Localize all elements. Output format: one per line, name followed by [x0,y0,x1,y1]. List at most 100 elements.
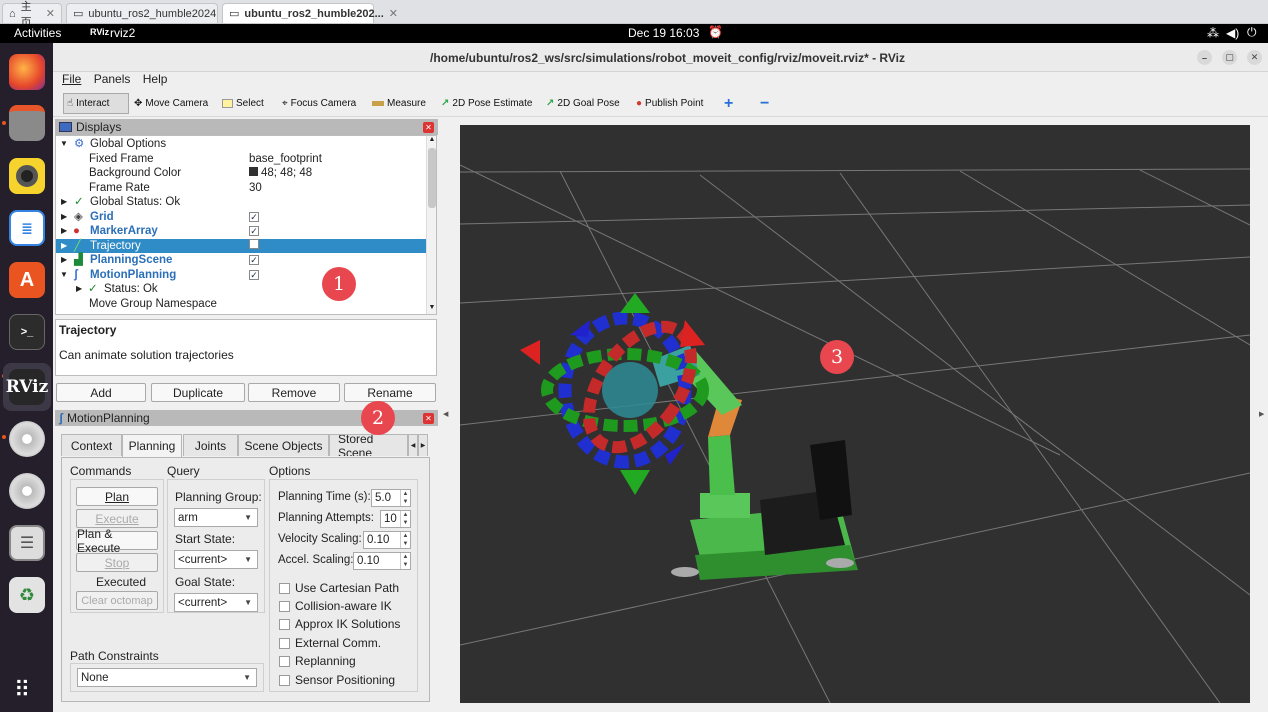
scroll-up-icon[interactable]: ▲ [427,136,436,146]
tab-scene-objects[interactable]: Scene Objects [238,434,329,456]
goal-pose-tool[interactable]: ↗ 2D Goal Pose [543,93,623,114]
accel-scaling-spinbox[interactable]: 0.10 ▲ ▼ [353,552,411,570]
splitter-handle-icon[interactable]: ▶ [1259,410,1264,418]
menu-panels[interactable]: Panels [94,72,131,86]
velocity-scaling-spinbox[interactable]: 0.10 ▲ ▼ [363,531,411,549]
render-viewport[interactable] [460,125,1250,703]
volume-icon[interactable]: ◀) [1226,26,1239,40]
sensor-positioning-checkbox[interactable]: Sensor Positioning [279,673,395,687]
spin-arrows-icon[interactable]: ▲ ▼ [400,511,410,527]
scroll-down-icon[interactable]: ▼ [427,304,436,314]
spin-arrows-icon[interactable]: ▲ ▼ [400,532,410,548]
tab-scroll-left-icon[interactable]: ◀ [408,434,418,456]
text-editor-icon[interactable]: ☰ [9,525,45,561]
focus-camera-tool[interactable]: ⌖ Focus Camera [279,93,359,114]
measure-tool[interactable]: Measure [369,93,429,114]
checkbox[interactable]: ✓ [249,255,259,265]
close-panel-icon[interactable]: ✕ [423,121,434,133]
tab-scroll-right-icon[interactable]: ▶ [418,434,428,456]
planning-group-select[interactable]: arm ▼ [174,508,258,527]
duplicate-button[interactable]: Duplicate [151,383,245,402]
trash-icon[interactable]: ♻ [9,577,45,613]
close-icon[interactable]: ✕ [389,7,398,20]
minimize-button[interactable]: – [1197,50,1212,65]
planning-time-spinbox[interactable]: 5.0 ▲ ▼ [371,489,411,507]
firefox-icon[interactable] [9,54,45,90]
tree-row[interactable]: ▶ ✓ Global Status: Ok [56,195,426,210]
clock[interactable]: Dec 19 16:03 [628,26,699,40]
goal-state-select[interactable]: <current> ▼ [174,593,258,612]
tree-row[interactable]: Background Color 48; 48; 48 [56,166,426,181]
pose-estimate-tool[interactable]: ↗ 2D Pose Estimate [438,93,535,114]
expand-icon[interactable]: ▶ [61,195,67,210]
spin-arrows-icon[interactable]: ▲ ▼ [400,490,410,506]
expand-icon[interactable]: ▶ [61,224,67,239]
splitter-handle-icon[interactable]: ◀ [443,410,448,418]
tree-row[interactable]: ▶ ▟ PlanningScene ✓ [56,253,426,268]
scroll-thumb[interactable] [428,148,436,208]
files-icon[interactable] [9,105,45,141]
select-tool[interactable]: Select [219,93,267,114]
plan-execute-button[interactable]: Plan & Execute [76,527,158,555]
writer-icon[interactable]: ≣ [9,210,45,246]
interact-tool[interactable]: ☝ Interact [63,93,129,114]
menu-file[interactable]: File [62,72,81,86]
stop-button[interactable]: Stop [76,553,158,572]
tree-row-selected[interactable]: ▶ ╱ Trajectory [56,238,426,254]
plan-button[interactable]: Plan [76,487,158,506]
close-button[interactable]: ✕ [1247,50,1262,65]
browser-tab-home[interactable]: ⌂ 主页 ✕ [2,1,62,29]
app-menu[interactable]: rviz2 [110,26,135,40]
expand-icon[interactable]: ▶ [76,282,82,297]
expand-icon[interactable]: ▶ [61,253,67,268]
show-apps-icon[interactable]: ⠿ [14,679,30,701]
tree-row[interactable]: ▶ ✓ Status: Ok [56,282,426,297]
terminal-icon[interactable]: >_ [9,314,45,350]
spin-arrows-icon[interactable]: ▲ ▼ [400,553,410,569]
tree-row[interactable]: ▶ ◈ Grid ✓ [56,210,426,225]
maximize-button[interactable]: ▢ [1222,50,1237,65]
expand-icon[interactable]: ▶ [61,239,67,254]
activities-button[interactable]: Activities [14,26,61,40]
tab-context[interactable]: Context [61,434,122,456]
rename-button[interactable]: Rename [344,383,436,402]
tree-row[interactable]: ▼ ʃ MotionPlanning ✓ [56,268,426,283]
checkbox[interactable] [249,238,259,249]
move-camera-tool[interactable]: ✥ Move Camera [131,93,211,114]
add-button[interactable]: Add [56,383,146,402]
disc-icon[interactable] [9,473,45,509]
remove-button[interactable]: Remove [248,383,340,402]
expand-icon[interactable]: ▼ [60,268,68,283]
clear-octomap-button[interactable]: Clear octomap [76,591,158,610]
tab-joints[interactable]: Joints [183,434,238,456]
publish-point-tool[interactable]: ● Publish Point [633,93,706,114]
collision-aware-ik-checkbox[interactable]: Collision-aware IK [279,599,392,613]
remove-tool-icon[interactable]: − [757,93,772,114]
tab-planning[interactable]: Planning [122,434,182,457]
network-icon[interactable]: ⁂ [1207,26,1219,40]
app-center-icon[interactable]: A [9,262,45,298]
browser-tab-vm-1[interactable]: ▭ ubuntu_ros2_humble2024 ✕ [66,3,230,23]
rviz-icon[interactable]: RViz [6,369,48,405]
tree-row[interactable]: ▼ ⚙ Global Options [56,137,426,152]
start-state-select[interactable]: <current> ▼ [174,550,258,569]
execute-button[interactable]: Execute [76,509,158,528]
disc-icon[interactable] [9,421,45,457]
power-icon[interactable]: ⏻ [1247,25,1257,40]
approx-ik-checkbox[interactable]: Approx IK Solutions [279,617,400,631]
rhythmbox-icon[interactable] [9,158,45,194]
external-comm-checkbox[interactable]: External Comm. [279,636,381,650]
expand-icon[interactable]: ▶ [61,210,67,225]
checkbox[interactable]: ✓ [249,211,259,222]
close-panel-icon[interactable]: ✕ [423,412,434,424]
tree-row[interactable]: Move Group Namespace [56,297,426,312]
planning-attempts-spinbox[interactable]: 10 ▲ ▼ [380,510,411,528]
menu-help[interactable]: Help [143,72,168,86]
tree-scrollbar[interactable]: ▲ ▼ [426,136,436,314]
tree-row[interactable]: ▶ ● MarkerArray ✓ [56,224,426,239]
add-tool-icon[interactable]: + [721,93,736,114]
tree-row[interactable]: Fixed Frame base_footprint [56,152,426,167]
path-constraints-select[interactable]: None ▼ [77,668,257,687]
replanning-checkbox[interactable]: Replanning [279,654,356,668]
browser-tab-vm-2[interactable]: ▭ ubuntu_ros2_humble202... ✕ [222,3,398,23]
